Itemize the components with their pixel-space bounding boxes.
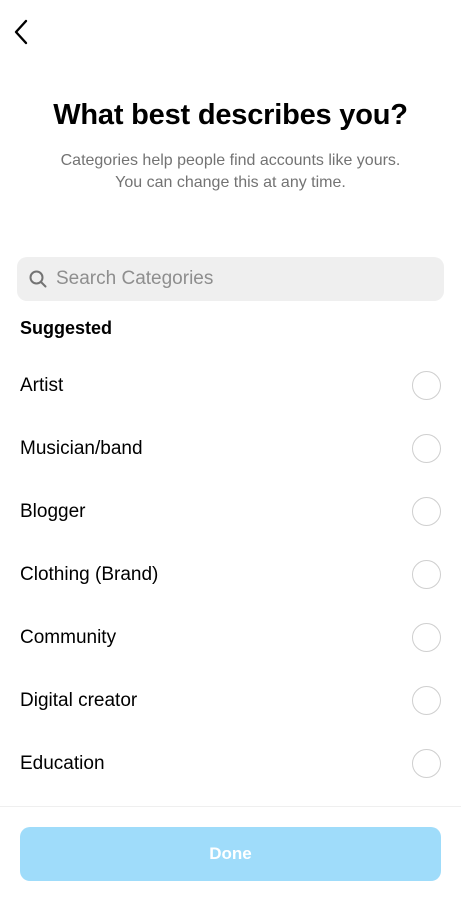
category-label: Artist bbox=[20, 374, 64, 396]
category-label: Digital creator bbox=[20, 689, 138, 711]
category-row-clothing-brand[interactable]: Clothing (Brand) bbox=[0, 543, 461, 606]
category-row-education[interactable]: Education bbox=[0, 732, 461, 795]
search-bar[interactable] bbox=[17, 257, 444, 301]
category-label: Blogger bbox=[20, 500, 86, 522]
radio-button[interactable] bbox=[412, 560, 441, 589]
search-input[interactable] bbox=[56, 261, 426, 297]
category-row-musician-band[interactable]: Musician/band bbox=[0, 417, 461, 480]
category-label: Clothing (Brand) bbox=[20, 563, 159, 585]
radio-button[interactable] bbox=[412, 371, 441, 400]
back-button[interactable] bbox=[6, 16, 36, 48]
category-label: Community bbox=[20, 626, 117, 648]
category-row-community[interactable]: Community bbox=[0, 606, 461, 669]
category-row-blogger[interactable]: Blogger bbox=[0, 480, 461, 543]
radio-button[interactable] bbox=[412, 749, 441, 778]
subtitle-line-1: Categories help people find accounts lik… bbox=[60, 152, 401, 169]
radio-button[interactable] bbox=[412, 434, 441, 463]
category-list: Artist Musician/band Blogger Clothing (B… bbox=[0, 354, 461, 795]
radio-button[interactable] bbox=[412, 623, 441, 652]
category-selection-screen: What best describes you? Categories help… bbox=[0, 0, 461, 900]
footer-bar: Done bbox=[0, 806, 461, 900]
category-label: Musician/band bbox=[20, 437, 143, 459]
category-label: Education bbox=[20, 752, 105, 774]
done-button[interactable]: Done bbox=[20, 827, 441, 881]
page-subtitle: Categories help people find accounts lik… bbox=[30, 150, 431, 194]
category-row-artist[interactable]: Artist bbox=[0, 354, 461, 417]
suggested-heading: Suggested bbox=[20, 318, 113, 338]
category-row-digital-creator[interactable]: Digital creator bbox=[0, 669, 461, 732]
radio-button[interactable] bbox=[412, 686, 441, 715]
radio-button[interactable] bbox=[412, 497, 441, 526]
search-icon bbox=[29, 270, 47, 288]
page-title: What best describes you? bbox=[53, 99, 408, 131]
chevron-left-icon bbox=[13, 19, 29, 45]
subtitle-line-2: You can change this at any time. bbox=[115, 174, 346, 191]
